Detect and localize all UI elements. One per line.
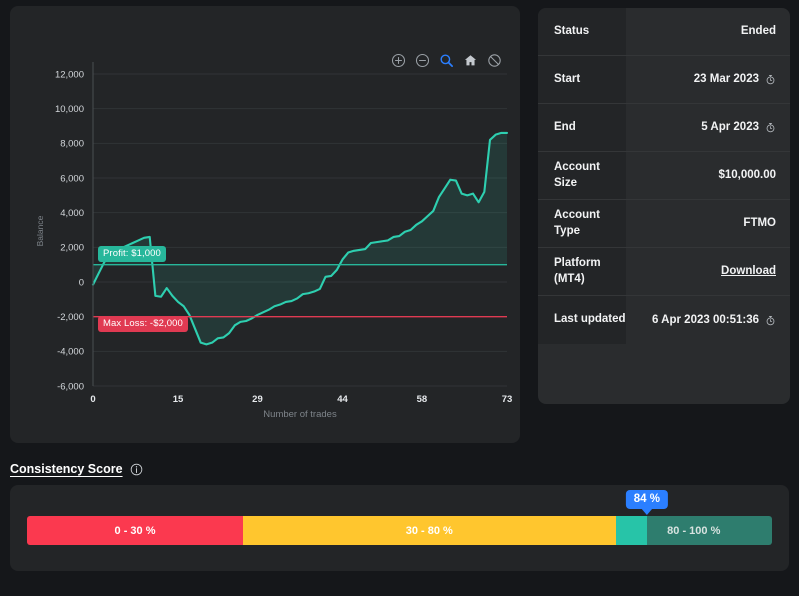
y-tick-label: 8,000 xyxy=(60,139,84,150)
magnifier-icon[interactable] xyxy=(439,53,454,68)
consistency-score-card: 0 - 30 % 30 - 80 % 80 - 100 % 84 % xyxy=(10,485,789,571)
details-row-value: 5 Apr 2023 xyxy=(626,111,790,144)
zoom-in-icon[interactable] xyxy=(391,53,406,68)
consistency-score-value: 84 % xyxy=(625,490,668,509)
disable-select-icon[interactable] xyxy=(487,53,502,68)
details-row-value: 6 Apr 2023 00:51:36 xyxy=(626,304,790,337)
consistency-segment: 0 - 30 % xyxy=(27,516,244,545)
details-value-text: 6 Apr 2023 00:51:36 xyxy=(652,313,759,326)
y-tick-label: -6,000 xyxy=(57,381,84,392)
y-tick-label: 2,000 xyxy=(60,243,84,254)
chart-toolbar xyxy=(391,53,502,68)
consistency-segment-label: 30 - 80 % xyxy=(405,524,453,537)
stopwatch-icon xyxy=(766,315,775,325)
details-row-value: Ended xyxy=(626,15,790,48)
details-value-text: 5 Apr 2023 xyxy=(701,121,759,134)
profit-target-label: Profit: $1,000 xyxy=(98,246,166,262)
y-tick-label: -2,000 xyxy=(57,312,84,323)
series-area-fill xyxy=(93,132,507,345)
y-tick-label: 6,000 xyxy=(60,173,84,184)
details-row-value: FTMO xyxy=(626,207,790,240)
consistency-segment-label: 80 - 100 % xyxy=(667,524,721,537)
max-loss-label: Max Loss: -$2,000 xyxy=(98,316,188,332)
y-axis-tick-labels: -6,000 -4,000 -2,000 0 2,000 4,000 6,000 8,000 1… xyxy=(55,69,84,392)
x-tick-label: 58 xyxy=(417,394,428,405)
y-tick-label: 0 xyxy=(79,277,84,288)
details-row-value: $10,000.00 xyxy=(626,159,790,192)
details-value-text: $10,000.00 xyxy=(718,169,776,182)
y-tick-label: 12,000 xyxy=(55,69,84,80)
consistency-segment-label: 0 - 30 % xyxy=(114,524,156,537)
marker-tail-icon xyxy=(640,508,653,515)
consistency-score-bar[interactable]: 0 - 30 % 30 - 80 % 80 - 100 % xyxy=(27,516,772,545)
details-row-label: Account Type xyxy=(538,200,626,248)
details-row: End 5 Apr 2023 xyxy=(538,104,790,152)
x-tick-label: 15 xyxy=(173,394,184,405)
x-axis-title: Number of trades xyxy=(263,409,337,420)
download-link[interactable]: Download xyxy=(721,263,776,280)
y-tick-label: 10,000 xyxy=(55,104,84,115)
details-row: Account Type FTMO xyxy=(538,200,790,249)
details-row-label: Account Size xyxy=(538,152,626,200)
stopwatch-icon xyxy=(766,122,775,133)
balance-plot[interactable]: Balance Number of trades -6,000 -4,000 -2,… xyxy=(10,6,520,443)
consistency-segment: 80 - 100 % xyxy=(615,516,772,545)
consistency-segment: 30 - 80 % xyxy=(243,516,616,545)
details-row: Status Ended xyxy=(538,8,790,56)
balance-plot-svg: Balance Number of trades -6,000 -4,000 -2,… xyxy=(35,62,512,420)
consistency-score-title: Consistency Score xyxy=(10,462,123,476)
details-row-value[interactable]: Download xyxy=(626,255,790,288)
home-icon[interactable] xyxy=(463,53,478,68)
x-tick-label: 73 xyxy=(502,394,513,405)
consistency-score-marker: 84 % xyxy=(625,490,668,515)
details-value-text: 23 Mar 2023 xyxy=(693,73,759,86)
details-row-label: Last updated xyxy=(538,296,626,345)
chart-series-group xyxy=(91,131,509,346)
x-axis-tick-labels: 0 15 29 44 58 73 xyxy=(90,394,512,405)
details-value-text: FTMO xyxy=(743,217,776,230)
details-row-label: Status xyxy=(538,8,626,55)
top-section: Profit: $1,000 Max Loss: -$2,000 Balance… xyxy=(0,0,799,448)
details-row-label: End xyxy=(538,104,626,151)
info-icon[interactable] xyxy=(130,463,143,476)
stopwatch-icon xyxy=(766,74,775,85)
details-row-label: Start xyxy=(538,56,626,103)
details-row-label: Platform (MT4) xyxy=(538,248,626,296)
details-value-text: Ended xyxy=(740,25,776,38)
y-axis-title: Balance xyxy=(35,215,45,246)
x-tick-label: 29 xyxy=(252,394,263,405)
consistency-score-fill xyxy=(615,516,647,545)
details-row: Platform (MT4) Download xyxy=(538,248,790,297)
details-row: Last updated 6 Apr 2023 00:51:36 xyxy=(538,296,790,345)
details-row-value: 23 Mar 2023 xyxy=(626,63,790,96)
details-row: Start 23 Mar 2023 xyxy=(538,56,790,104)
balance-chart-card: Profit: $1,000 Max Loss: -$2,000 Balance… xyxy=(10,6,520,443)
consistency-header: Consistency Score xyxy=(0,448,799,485)
account-details-card: Status Ended Start 23 Mar 2023 End 5 Apr 202… xyxy=(538,8,790,404)
y-tick-label: 4,000 xyxy=(60,208,84,219)
x-tick-label: 44 xyxy=(337,394,348,405)
x-tick-label: 0 xyxy=(90,394,95,405)
zoom-out-icon[interactable] xyxy=(415,53,430,68)
y-tick-label: -4,000 xyxy=(57,347,84,358)
details-row: Account Size $10,000.00 xyxy=(538,152,790,201)
